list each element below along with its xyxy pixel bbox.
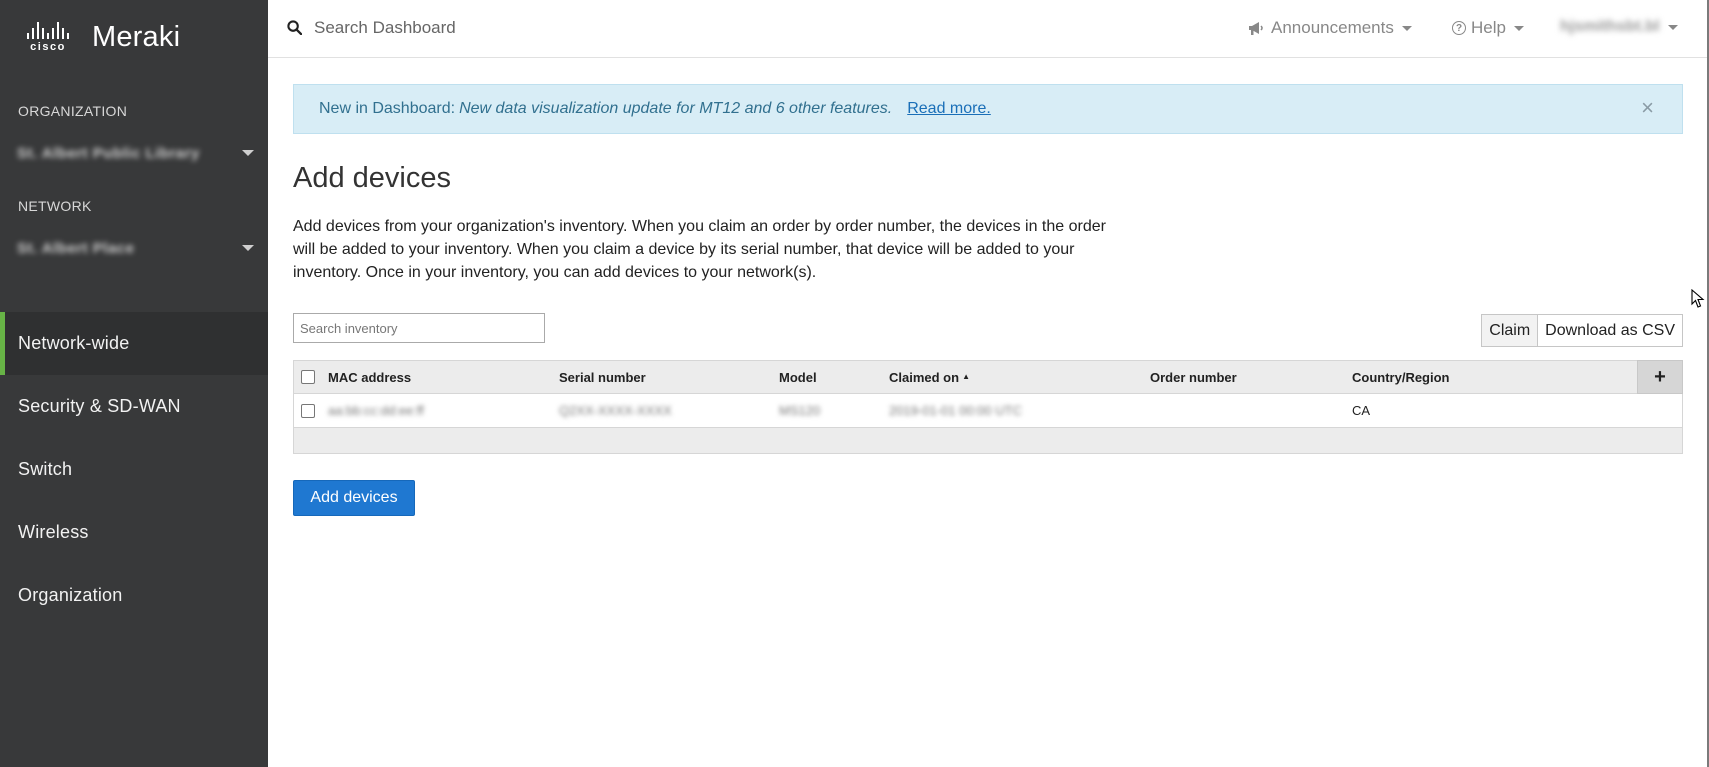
organization-label: ORGANIZATION — [18, 103, 128, 119]
nav-item-label: Security & SD-WAN — [18, 396, 181, 416]
network-value: St. Albert Place — [17, 239, 135, 257]
column-header-mac[interactable]: MAC address — [328, 370, 411, 385]
row-checkbox[interactable] — [301, 403, 315, 418]
inventory-search-input[interactable] — [293, 313, 545, 343]
banner-message: New data visualization update for MT12 a… — [459, 100, 893, 117]
page-description: Add devices from your organization's inv… — [293, 218, 1106, 281]
nav-item-network-wide[interactable]: Network-wide — [0, 312, 268, 375]
top-bar: Announcements ? Help hjsmithsbt.bl — [268, 0, 1709, 58]
column-header-serial[interactable]: Serial number — [559, 370, 646, 385]
download-csv-button[interactable]: Download as CSV — [1538, 314, 1683, 347]
user-name: hjsmithsbt.bl — [1560, 18, 1660, 35]
announcement-banner: New in Dashboard: New data visualization… — [293, 84, 1683, 134]
cell-claimed-on: 2019-01-01 00:00 UTC — [889, 403, 1022, 418]
cell-mac: aa:bb:cc:dd:ee:ff — [328, 403, 424, 418]
nav-item-label: Wireless — [18, 522, 89, 542]
nav-item-security-sd-wan[interactable]: Security & SD-WAN — [0, 375, 268, 438]
page-title: Add devices — [293, 162, 451, 194]
claim-button[interactable]: Claim — [1481, 314, 1539, 347]
nav-item-label: Organization — [18, 585, 123, 605]
column-header-claimed-on[interactable]: Claimed on ▲ — [889, 370, 970, 385]
select-all-checkbox[interactable] — [301, 370, 315, 384]
sort-ascending-icon: ▲ — [962, 371, 970, 381]
announcements-label: Announcements — [1271, 18, 1394, 37]
cell-serial: Q2XX-XXXX-XXXX — [559, 403, 672, 418]
network-label: NETWORK — [18, 198, 92, 214]
chevron-down-icon — [1667, 24, 1678, 30]
table-header: MAC address Serial number Model Claimed … — [294, 360, 1683, 394]
megaphone-icon — [1249, 22, 1263, 35]
inventory-actions: Claim Download as CSV — [1481, 314, 1683, 347]
chevron-down-icon — [1513, 25, 1524, 31]
meraki-logo[interactable]: cisco Meraki — [18, 20, 180, 54]
add-column-button[interactable]: + — [1637, 360, 1683, 394]
cisco-wordmark: cisco — [30, 40, 66, 53]
nav-item-organization[interactable]: Organization — [0, 564, 268, 627]
help-menu[interactable]: ? Help — [1452, 18, 1524, 38]
main-content: New in Dashboard: New data visualization… — [268, 58, 1709, 767]
inventory-table: MAC address Serial number Model Claimed … — [293, 360, 1683, 454]
table-footer — [294, 428, 1682, 453]
nav-item-label: Network-wide — [18, 333, 130, 353]
nav-item-label: Switch — [18, 459, 73, 479]
mouse-cursor-icon — [1691, 289, 1705, 308]
meraki-wordmark: Meraki — [92, 20, 181, 53]
sidebar: cisco Meraki ORGANIZATION St. Albert Pub… — [0, 0, 268, 767]
organization-select[interactable]: St. Albert Public Library — [0, 133, 268, 173]
cell-model: MS120 — [779, 403, 821, 418]
chevron-down-icon — [242, 150, 254, 156]
chevron-down-icon — [1401, 25, 1412, 31]
chevron-down-icon — [242, 245, 254, 251]
nav-item-switch[interactable]: Switch — [0, 438, 268, 501]
table-row[interactable]: aa:bb:cc:dd:ee:ff Q2XX-XXXX-XXXX MS120 2… — [294, 394, 1682, 428]
help-icon: ? — [1452, 21, 1466, 35]
search-icon — [287, 20, 302, 35]
cisco-logo: cisco — [18, 21, 78, 53]
add-devices-button[interactable]: Add devices — [293, 480, 415, 516]
organization-value: St. Albert Public Library — [17, 144, 200, 162]
nav-item-wireless[interactable]: Wireless — [0, 501, 268, 564]
column-header-model[interactable]: Model — [779, 370, 817, 385]
column-header-order-number[interactable]: Order number — [1150, 370, 1237, 385]
cell-country: CA — [1352, 403, 1371, 418]
network-select[interactable]: St. Albert Place — [0, 228, 268, 268]
help-label: Help — [1471, 18, 1506, 37]
close-icon[interactable]: × — [1641, 97, 1654, 119]
column-header-country[interactable]: Country/Region — [1352, 370, 1450, 385]
dashboard-search-input[interactable] — [314, 13, 814, 43]
announcements-menu[interactable]: Announcements — [1247, 18, 1412, 38]
claimed-on-label: Claimed on — [889, 369, 960, 385]
user-menu[interactable]: hjsmithsbt.bl — [1560, 18, 1678, 36]
main-nav: Network-wide Security & SD-WAN Switch Wi… — [0, 312, 268, 627]
read-more-link[interactable]: Read more. — [907, 100, 991, 118]
banner-prefix: New in Dashboard: — [319, 100, 456, 117]
